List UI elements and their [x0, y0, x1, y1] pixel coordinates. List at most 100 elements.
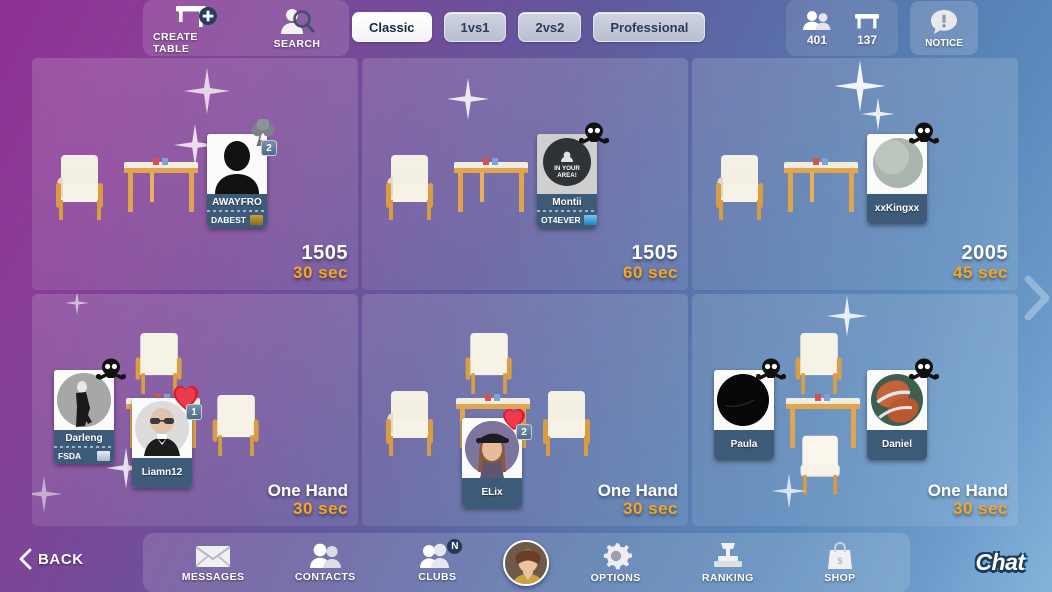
notice-button[interactable]: NOTICE	[910, 1, 978, 55]
skull-icon	[756, 358, 786, 380]
chevron-left-icon	[19, 548, 32, 570]
table-mode: One Hand	[267, 481, 348, 501]
player-name: Daniel	[867, 430, 927, 460]
filter-professional[interactable]: Professional	[593, 12, 706, 42]
player-count-badge: 2	[516, 424, 532, 440]
table-row[interactable]: A 2 AWAYFRO DABEST 1505 30 sec	[32, 58, 358, 290]
table-info: One Hand 30 sec	[268, 482, 348, 518]
filter-1vs1[interactable]: 1vs1	[443, 12, 507, 42]
nav-label-shop: SHOP	[824, 572, 856, 584]
tables-icon	[855, 13, 879, 28]
clubs-new-badge: N	[446, 537, 464, 555]
player-name: Liamn12	[132, 458, 192, 488]
player-card[interactable]: Darleng FSDA	[54, 358, 126, 464]
create-table-button[interactable]: CREATE TABLE	[153, 1, 237, 55]
filter-2vs2[interactable]: 2vs2	[518, 12, 582, 42]
player-name: ELix	[462, 478, 522, 508]
empty-chair	[543, 391, 590, 456]
player-card[interactable]: IN YOUR AREA! Montii OT4EVER	[537, 122, 609, 228]
player-card[interactable]: Paula	[714, 358, 786, 460]
table-list-grid: A 2 AWAYFRO DABEST 1505 30 sec IN YOUR A…	[32, 58, 1022, 528]
skull-icon	[96, 358, 126, 380]
table-mode: One Hand	[927, 481, 1008, 501]
table-mode: One Hand	[597, 481, 678, 501]
player-club-name: FSDA	[58, 451, 82, 461]
table-timer: 60 sec	[623, 263, 678, 283]
player-name: Paula	[714, 430, 774, 460]
table-furniture	[124, 158, 198, 212]
back-button[interactable]: BACK	[18, 548, 84, 570]
nav-item-clubs[interactable]: N CLUBS	[391, 535, 483, 591]
svg-text:IN YOUR: IN YOUR	[554, 165, 580, 172]
person-search-icon	[277, 7, 317, 37]
chat-label: Chat	[975, 548, 1025, 575]
nav-item-ranking[interactable]: RANKING	[682, 535, 774, 591]
nav-item-options[interactable]: OPTIONS	[570, 535, 662, 591]
player-card[interactable]: 1 Liamn12	[132, 385, 202, 488]
empty-chair	[465, 332, 512, 394]
club-flag-icon	[97, 451, 110, 461]
player-name: Darleng	[54, 430, 114, 445]
empty-chair	[386, 391, 433, 456]
svg-text:AREA!: AREA!	[557, 172, 577, 179]
player-card[interactable]: xxKingxx	[867, 122, 939, 224]
sparkle-icon	[184, 68, 230, 114]
table-row[interactable]: xxKingxx 2005 45 sec	[692, 58, 1018, 290]
player-name: xxKingxx	[867, 194, 927, 224]
filter-classic[interactable]: Classic	[352, 12, 432, 42]
table-furniture	[454, 158, 528, 212]
svg-text:$: $	[837, 556, 842, 566]
player-card[interactable]: Daniel	[867, 358, 939, 460]
nav-label-ranking: RANKING	[701, 572, 754, 584]
player-club-bar: DABEST	[207, 213, 267, 228]
search-button[interactable]: SEARCH	[255, 1, 339, 55]
player-name: Montii	[537, 194, 597, 209]
table-timer: 30 sec	[623, 499, 678, 519]
empty-chair	[795, 332, 842, 394]
avatar[interactable]	[503, 539, 550, 586]
player-name: AWAYFRO	[207, 194, 267, 209]
table-info: 2005 45 sec	[953, 243, 1008, 282]
table-plus-icon	[172, 1, 218, 30]
skull-icon	[909, 122, 939, 144]
notice-bubble-icon	[931, 9, 957, 34]
tables-open-counter: 137	[852, 10, 882, 47]
empty-chair	[386, 155, 433, 220]
skull-icon	[579, 122, 609, 144]
player-club-bar: OT4EVER	[537, 213, 597, 228]
player-club-name: OT4EVER	[541, 215, 581, 225]
nav-label-options: OPTIONS	[590, 572, 641, 584]
top-header-bar: CREATE TABLE SEARCH Classic 1vs1 2vs2 Pr…	[0, 0, 1052, 56]
nav-item-messages[interactable]: MESSAGES	[167, 535, 259, 591]
table-info: 1505 30 sec	[293, 243, 348, 282]
player-card[interactable]: 2 ELix	[462, 408, 532, 508]
players-count: 401	[806, 32, 828, 47]
sparkle-icon	[861, 97, 895, 131]
create-table-label: CREATE TABLE	[153, 31, 198, 55]
tables-count: 137	[856, 32, 878, 47]
player-count-badge: 2	[261, 140, 277, 156]
table-row[interactable]: IN YOUR AREA! Montii OT4EVER 1505 60 sec	[362, 58, 688, 290]
table-info: One Hand 30 sec	[928, 482, 1008, 518]
nav-item-contacts[interactable]: CONTACTS	[279, 535, 371, 591]
sparkle-icon	[446, 77, 490, 121]
gear-icon	[603, 543, 632, 570]
table-furniture	[784, 158, 858, 212]
sparkle-icon	[834, 60, 886, 112]
back-label: BACK	[38, 550, 84, 568]
chat-button[interactable]: Chat	[958, 544, 1042, 580]
player-card[interactable]: A 2 AWAYFRO DABEST	[207, 119, 277, 228]
table-row[interactable]: Paula Daniel One Hand 30 sec	[692, 294, 1018, 526]
table-row[interactable]: 2 ELix One Hand 30 sec	[362, 294, 688, 526]
skull-icon	[909, 358, 939, 380]
notice-label: NOTICE	[925, 37, 963, 49]
table-timer: 45 sec	[953, 263, 1008, 283]
next-page-arrow[interactable]	[1020, 275, 1050, 321]
envelope-icon	[195, 546, 231, 567]
club-flag-icon	[250, 215, 263, 225]
online-counters: 401 137	[786, 0, 898, 56]
table-row[interactable]: Darleng FSDA 1 Liamn12 One Hand 30 sec	[32, 294, 358, 526]
table-info: One Hand 30 sec	[598, 482, 678, 518]
nav-item-shop[interactable]: $ SHOP	[794, 535, 886, 591]
table-timer: 30 sec	[293, 263, 348, 283]
